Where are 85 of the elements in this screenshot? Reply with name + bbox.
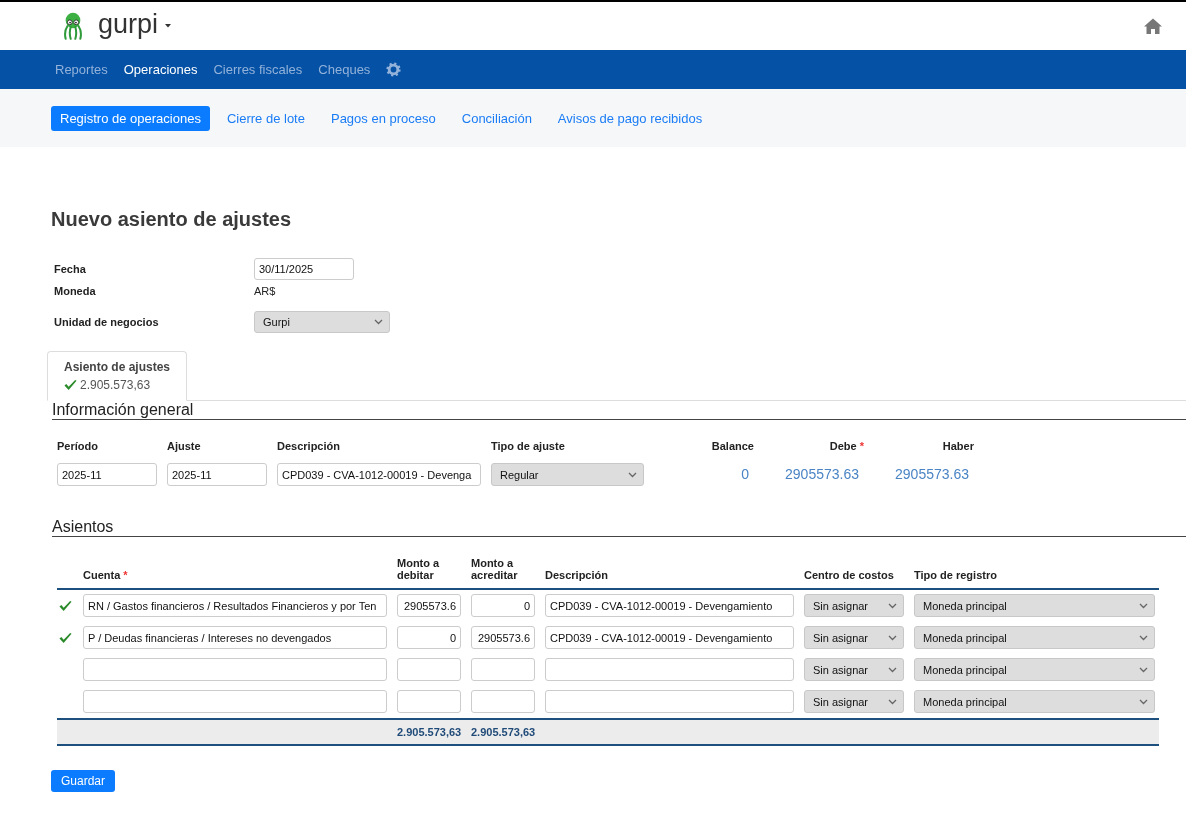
- dropdown[interactable]: Moneda principal: [914, 594, 1155, 617]
- page-title: Nuevo asiento de ajustes: [51, 207, 292, 231]
- column-header: Descripción: [545, 569, 608, 581]
- total-value: 2905573.63: [785, 465, 860, 484]
- tab-amount: 2.905.573,63: [80, 377, 151, 393]
- dropdown[interactable]: Sin asignar: [804, 658, 904, 681]
- octopus-icon: [62, 12, 84, 40]
- chevron-icon: [888, 698, 897, 705]
- chevron-icon: [1139, 666, 1148, 673]
- input-field[interactable]: CPD039 - CVA-1012-00019 - Devenga: [277, 463, 481, 486]
- home-icon[interactable]: [1144, 18, 1162, 34]
- field-label: Descripción: [277, 440, 341, 452]
- input-field[interactable]: CPD039 - CVA-1012-00019 - Devengamiento: [545, 594, 794, 617]
- input-field[interactable]: 2025-11: [57, 463, 157, 486]
- field-value: AR$: [254, 284, 276, 298]
- input-field[interactable]: P / Deudas financieras / Intereses no devengados: [83, 626, 387, 649]
- input-field[interactable]: [471, 658, 535, 681]
- total-label: Debe: [829, 440, 857, 452]
- input-field[interactable]: [397, 658, 461, 681]
- total-value: 0: [741, 465, 750, 484]
- sub-nav-tab[interactable]: Cierre de lote: [217, 105, 314, 131]
- nav-link[interactable]: Reportes: [47, 61, 116, 78]
- dropdown[interactable]: Sin asignar: [804, 690, 904, 713]
- chevron-icon: [1139, 602, 1148, 609]
- input-field[interactable]: [545, 690, 794, 713]
- section-title: Asientos: [52, 518, 114, 536]
- dropdown[interactable]: Moneda principal: [914, 626, 1155, 649]
- total-value: 2.905.573,63: [471, 726, 535, 738]
- column-header: Monto a acreditar: [471, 557, 519, 581]
- column-header: Tipo de registro: [914, 569, 997, 581]
- total-value: 2.905.573,63: [397, 726, 461, 738]
- input-field[interactable]: RN / Gastos financieros / Resultados Financieros y por Ten: [83, 594, 387, 617]
- field-label: Unidad de negocios: [54, 315, 160, 329]
- input-field[interactable]: 30/11/2025: [254, 258, 354, 280]
- total-value: 2905573.63: [895, 465, 970, 484]
- sub-nav-tab[interactable]: Conciliación: [452, 105, 541, 131]
- entry-tab[interactable]: Asiento de ajustes 2.905.573,63: [47, 351, 188, 401]
- chevron-icon: [888, 602, 897, 609]
- column-header: Cuenta: [83, 569, 121, 581]
- total-label: Haber: [942, 440, 974, 452]
- nav-link[interactable]: Cheques: [310, 61, 379, 78]
- dropdown[interactable]: Moneda principal: [914, 658, 1155, 681]
- input-field[interactable]: 0: [471, 594, 535, 617]
- input-field[interactable]: 2905573.6: [397, 594, 461, 617]
- nav-link[interactable]: Operaciones: [115, 61, 206, 78]
- dropdown[interactable]: Sin asignar: [804, 626, 904, 649]
- input-field[interactable]: [83, 690, 387, 713]
- required-mark: *: [859, 440, 864, 452]
- sub-nav-tab[interactable]: Registro de operaciones: [51, 105, 210, 131]
- sub-nav-tab[interactable]: Avisos de pago recibidos: [548, 105, 712, 131]
- chevron-icon: [374, 319, 383, 325]
- total-label: Balance: [711, 440, 754, 452]
- caret-icon[interactable]: [165, 24, 172, 28]
- settings-icon[interactable]: [386, 62, 402, 77]
- save-button[interactable]: Guardar: [51, 770, 116, 792]
- column-header: Monto a debitar: [397, 557, 441, 581]
- input-field[interactable]: CPD039 - CVA-1012-00019 - Devengamiento: [545, 626, 794, 649]
- input-field[interactable]: 2025-11: [167, 463, 267, 486]
- chevron-icon: [1139, 634, 1148, 641]
- section-title: Información general: [52, 401, 194, 419]
- input-field[interactable]: [83, 658, 387, 681]
- chevron-icon: [888, 666, 897, 673]
- brand-name[interactable]: gurpi: [98, 9, 159, 39]
- tab-title: Asiento de ajustes: [64, 359, 171, 375]
- field-label: Fecha: [54, 262, 87, 276]
- dropdown[interactable]: Gurpi: [254, 311, 390, 333]
- field-label: Moneda: [54, 284, 97, 298]
- dropdown[interactable]: Moneda principal: [914, 690, 1155, 713]
- dropdown[interactable]: Sin asignar: [804, 594, 904, 617]
- chevron-icon: [888, 634, 897, 641]
- input-field[interactable]: [471, 690, 535, 713]
- column-header: Centro de costos: [804, 569, 894, 581]
- chevron-icon: [1139, 698, 1148, 705]
- field-label: Período: [57, 440, 99, 452]
- input-field[interactable]: 2905573.6: [471, 626, 535, 649]
- sub-nav-tab[interactable]: Pagos en proceso: [321, 105, 445, 131]
- nav-link[interactable]: Cierres fiscales: [205, 61, 311, 78]
- dropdown[interactable]: Regular: [491, 463, 644, 486]
- field-label: Ajuste: [167, 440, 202, 452]
- input-field[interactable]: [397, 690, 461, 713]
- chevron-icon: [628, 471, 637, 478]
- required-mark: *: [123, 569, 128, 581]
- input-field[interactable]: [545, 658, 794, 681]
- input-field[interactable]: 0: [397, 626, 461, 649]
- field-label: Tipo de ajuste: [491, 440, 566, 452]
